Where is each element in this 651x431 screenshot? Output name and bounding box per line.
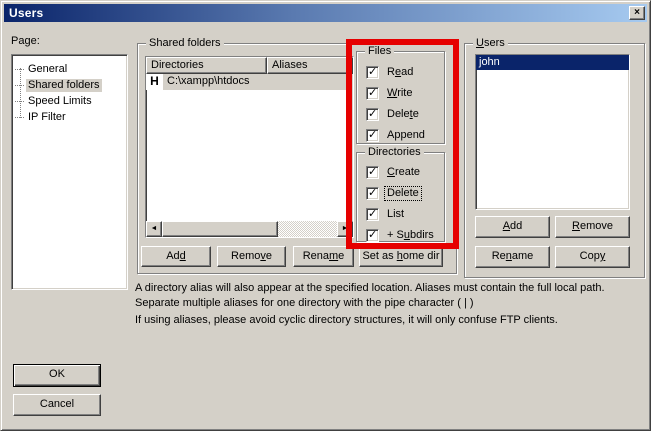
check-icon: ✓	[368, 65, 377, 79]
files-read-checkbox[interactable]: ✓ Read	[366, 65, 415, 79]
checkbox[interactable]: ✓	[366, 166, 379, 179]
set-as-home-dir-button[interactable]: Set as home dir	[359, 246, 443, 267]
tree-item-shared-folders[interactable]: Shared folders	[12, 77, 127, 93]
check-icon: ✓	[368, 107, 377, 121]
tree-branch-icon	[15, 85, 24, 86]
check-icon: ✓	[368, 207, 377, 221]
files-write-checkbox[interactable]: ✓ Write	[366, 86, 414, 100]
folder-remove-button[interactable]: Remove	[217, 246, 286, 267]
checkbox[interactable]: ✓	[366, 229, 379, 242]
checkbox[interactable]: ✓	[366, 208, 379, 221]
files-append-checkbox[interactable]: ✓ Append	[366, 128, 427, 142]
check-icon: ✓	[368, 128, 377, 142]
directory-row[interactable]: H C:\xampp\htdocs	[146, 74, 353, 90]
directory-path: C:\xampp\htdocs	[163, 74, 353, 90]
folder-rename-button[interactable]: Rename	[293, 246, 354, 267]
checkbox[interactable]: ✓	[366, 108, 379, 121]
files-delete-checkbox[interactable]: ✓ Delete	[366, 107, 421, 121]
check-icon: ✓	[368, 186, 377, 200]
title-bar[interactable]: Users ×	[4, 4, 647, 22]
cancel-button[interactable]: Cancel	[13, 394, 101, 416]
folder-add-button[interactable]: Add	[141, 246, 211, 267]
user-remove-button[interactable]: Remove	[555, 216, 630, 238]
check-icon: ✓	[368, 165, 377, 179]
user-name: john	[479, 56, 500, 68]
shared-folders-listview[interactable]: Directories Aliases H C:\xampp\htdocs ◄ …	[145, 56, 354, 238]
ok-button[interactable]: OK	[13, 364, 101, 387]
user-copy-button[interactable]: Copy	[555, 246, 630, 268]
page-label: Page:	[11, 35, 40, 47]
checkbox[interactable]: ✓	[366, 87, 379, 100]
users-listbox[interactable]: john	[475, 54, 630, 210]
tree-branch-icon	[15, 69, 24, 70]
tree-item-speed-limits[interactable]: Speed Limits	[12, 93, 127, 109]
window-title: Users	[4, 6, 43, 20]
check-icon: ✓	[368, 228, 377, 242]
alias-description-text: A directory alias will also appear at th…	[135, 281, 643, 311]
directories-group-label: Directories	[365, 146, 424, 158]
user-add-button[interactable]: Add	[475, 216, 550, 238]
alias-warning-text: If using aliases, please avoid cyclic di…	[135, 313, 643, 328]
dirs-subdirs-checkbox[interactable]: ✓ + Subdirs	[366, 228, 436, 242]
user-rename-button[interactable]: Rename	[475, 246, 550, 268]
column-header-aliases[interactable]: Aliases	[267, 57, 353, 74]
directories-group: Directories ✓ Create ✓ Delete ✓ List ✓ +…	[356, 152, 445, 242]
checkbox[interactable]: ✓	[366, 66, 379, 79]
scroll-left-icon[interactable]: ◄	[146, 221, 162, 237]
user-list-item[interactable]: john	[476, 55, 629, 70]
close-icon[interactable]: ×	[629, 6, 645, 20]
checkbox[interactable]: ✓	[366, 129, 379, 142]
dirs-delete-checkbox[interactable]: ✓ Delete	[366, 186, 421, 200]
files-group-label: Files	[365, 45, 394, 57]
scrollbar-thumb[interactable]	[162, 221, 278, 237]
horizontal-scrollbar[interactable]: ◄ ►	[146, 221, 353, 237]
tree-item-general[interactable]: General	[12, 61, 127, 77]
tree-item-ip-filter[interactable]: IP Filter	[12, 109, 127, 125]
dirs-list-checkbox[interactable]: ✓ List	[366, 207, 406, 221]
files-group: Files ✓ Read ✓ Write ✓ Delete ✓ Append	[356, 51, 445, 144]
listview-header: Directories Aliases	[146, 57, 353, 74]
users-dialog: Users × Page: General Shared folders Spe…	[0, 0, 651, 431]
page-tree[interactable]: General Shared folders Speed Limits IP F…	[11, 54, 128, 290]
check-icon: ✓	[368, 86, 377, 100]
shared-folders-group-label: Shared folders	[146, 37, 224, 49]
tree-branch-icon	[15, 101, 24, 102]
column-header-directories[interactable]: Directories	[146, 57, 267, 74]
users-group-label: Users	[473, 37, 508, 49]
dirs-create-checkbox[interactable]: ✓ Create	[366, 165, 422, 179]
checkbox[interactable]: ✓	[366, 187, 379, 200]
tree-branch-icon	[15, 117, 24, 118]
home-flag: H	[146, 74, 163, 90]
scroll-right-icon[interactable]: ►	[337, 221, 353, 237]
